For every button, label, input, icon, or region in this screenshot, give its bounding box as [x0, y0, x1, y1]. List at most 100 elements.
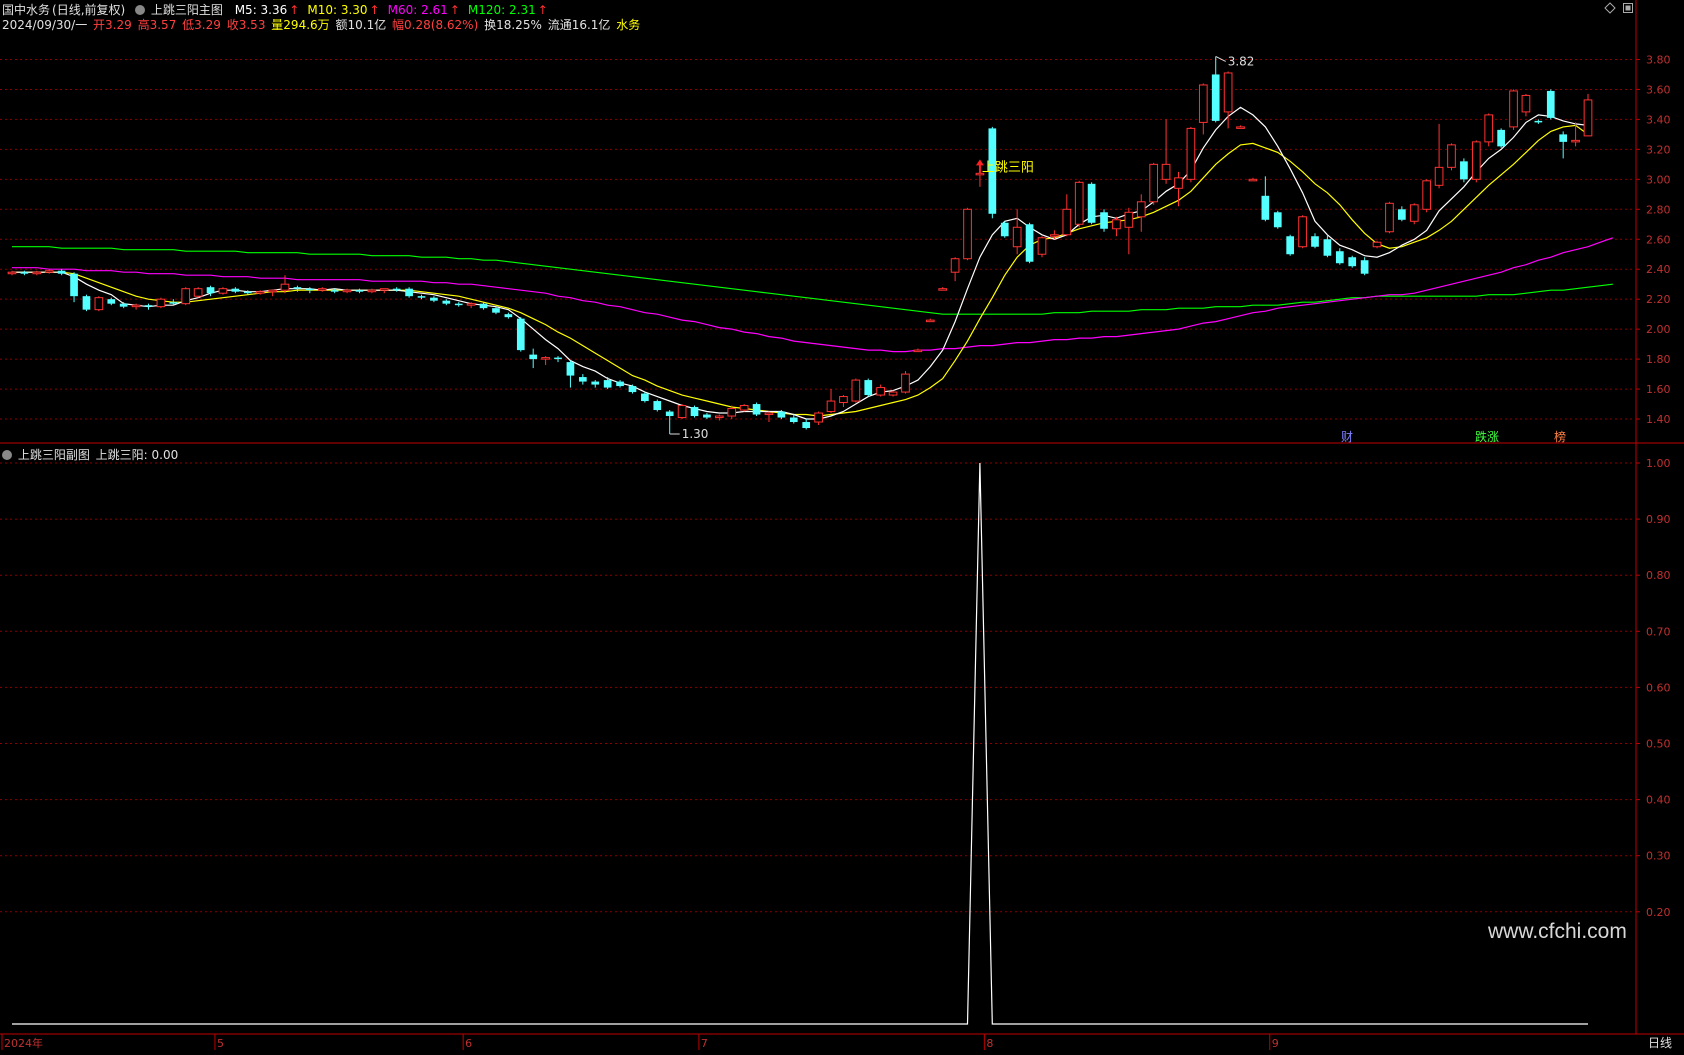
candle[interactable]	[1174, 177, 1183, 189]
candle[interactable]	[1112, 219, 1121, 230]
candle[interactable]	[293, 287, 302, 289]
candle[interactable]	[94, 297, 104, 311]
candle[interactable]	[1186, 127, 1196, 180]
candle[interactable]	[876, 387, 886, 396]
candle[interactable]	[777, 411, 786, 418]
candle[interactable]	[641, 393, 649, 402]
candle[interactable]	[1149, 163, 1159, 203]
candle[interactable]	[367, 289, 377, 293]
candle[interactable]	[628, 386, 637, 393]
candle[interactable]	[1422, 180, 1432, 210]
candle[interactable]	[1062, 208, 1072, 236]
candle[interactable]	[1484, 114, 1494, 143]
candle[interactable]	[950, 258, 960, 273]
candle[interactable]	[963, 208, 972, 260]
candle[interactable]	[516, 318, 525, 351]
candle[interactable]	[1298, 216, 1307, 248]
diezhang-badge[interactable]: 跌涨	[1475, 428, 1499, 445]
candle[interactable]	[1460, 161, 1468, 180]
candle[interactable]	[218, 288, 228, 294]
candle[interactable]	[665, 411, 674, 417]
candle[interactable]	[379, 288, 389, 291]
candle[interactable]	[1000, 222, 1009, 237]
candle[interactable]	[851, 379, 861, 402]
candle[interactable]	[1447, 144, 1456, 168]
candle[interactable]	[1124, 211, 1134, 228]
candle[interactable]	[901, 373, 910, 393]
candle[interactable]	[119, 303, 128, 307]
candle[interactable]	[1546, 90, 1555, 118]
candle[interactable]	[566, 362, 575, 376]
candle[interactable]	[479, 303, 488, 309]
candle[interactable]	[206, 287, 215, 294]
candle[interactable]	[156, 298, 166, 308]
candle[interactable]	[1087, 183, 1096, 223]
candle[interactable]	[454, 303, 463, 306]
candle[interactable]	[1161, 163, 1171, 180]
candle[interactable]	[255, 291, 265, 294]
candle[interactable]	[1236, 126, 1245, 129]
candle[interactable]	[938, 288, 948, 291]
candle[interactable]	[32, 271, 42, 275]
candle[interactable]	[814, 412, 823, 423]
candle[interactable]	[826, 400, 836, 413]
candle[interactable]	[703, 414, 711, 418]
candle[interactable]	[417, 296, 426, 298]
candle[interactable]	[1583, 99, 1593, 137]
bang-badge[interactable]: 榜	[1554, 428, 1566, 445]
candle[interactable]	[1074, 181, 1084, 225]
candle[interactable]	[802, 422, 811, 429]
candle[interactable]	[1409, 204, 1419, 222]
candle[interactable]	[342, 289, 352, 293]
candle[interactable]	[181, 288, 191, 305]
candle[interactable]	[44, 270, 54, 273]
candle[interactable]	[764, 412, 774, 416]
sub-indicator-dropdown-icon[interactable]	[2, 450, 12, 460]
candle[interactable]	[1273, 212, 1282, 228]
candle[interactable]	[1012, 226, 1022, 248]
candle[interactable]	[1398, 209, 1406, 220]
candle[interactable]	[1335, 251, 1344, 264]
candle[interactable]	[70, 273, 78, 297]
candle[interactable]	[1348, 257, 1357, 267]
candle[interactable]	[591, 381, 600, 385]
candle[interactable]	[330, 290, 339, 292]
candle[interactable]	[1311, 236, 1319, 247]
candle[interactable]	[1323, 239, 1332, 256]
candle[interactable]	[193, 288, 203, 297]
candle[interactable]	[107, 299, 116, 304]
candle[interactable]	[1434, 166, 1444, 186]
candle[interactable]	[131, 304, 141, 308]
candle[interactable]	[280, 283, 290, 291]
candle[interactable]	[714, 415, 724, 419]
candle[interactable]	[243, 291, 252, 294]
restore-icon[interactable]	[1604, 2, 1616, 14]
candle[interactable]	[1261, 195, 1270, 220]
candle[interactable]	[1534, 120, 1543, 123]
candle[interactable]	[466, 303, 476, 306]
candle[interactable]	[430, 297, 438, 301]
candle[interactable]	[82, 296, 91, 310]
candle[interactable]	[1248, 178, 1258, 182]
candle[interactable]	[144, 305, 153, 307]
candle[interactable]	[677, 405, 687, 419]
candle[interactable]	[1100, 212, 1108, 229]
quote-sector[interactable]: 水务	[616, 18, 640, 32]
candle[interactable]	[739, 405, 749, 411]
candle[interactable]	[355, 290, 364, 292]
candle[interactable]	[888, 391, 898, 396]
candle[interactable]	[268, 289, 277, 293]
candle[interactable]	[1050, 234, 1059, 237]
candle[interactable]	[541, 357, 550, 360]
candle[interactable]	[405, 288, 413, 297]
candle[interactable]	[392, 288, 401, 291]
sub-indicator-name[interactable]: 上跳三阳副图	[18, 448, 90, 462]
candle[interactable]	[603, 380, 612, 388]
candle[interactable]	[1037, 237, 1047, 255]
maximize-icon[interactable]	[1622, 2, 1634, 14]
candle[interactable]	[1211, 74, 1220, 121]
candle[interactable]	[727, 408, 737, 417]
candle[interactable]	[20, 272, 29, 274]
candle[interactable]	[752, 404, 761, 415]
period-button[interactable]: 日线	[1648, 1034, 1672, 1051]
